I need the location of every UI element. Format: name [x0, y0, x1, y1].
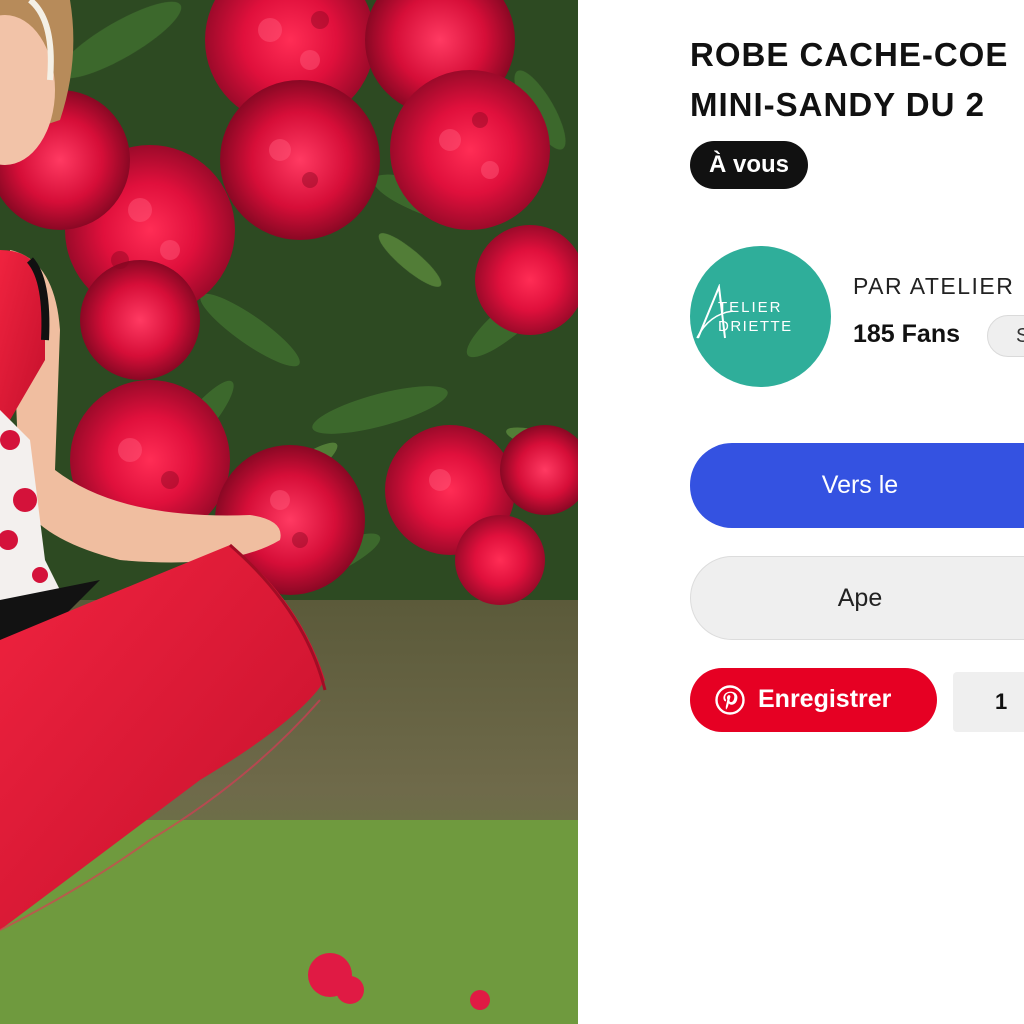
designer-name-link[interactable]: PAR ATELIER [853, 273, 1014, 300]
designer-logo-avatar[interactable]: TELIER DRIETTE [690, 246, 831, 387]
product-photo[interactable] [0, 0, 578, 1024]
pinterest-save-label: Enregistrer [758, 685, 892, 713]
follow-button[interactable]: S [987, 315, 1024, 357]
audience-tag[interactable]: À vous [690, 141, 809, 189]
logo-text-line-2: DRIETTE [718, 318, 793, 335]
photo-illustration [0, 0, 578, 1024]
product-title: ROBE CACHE-COE MINI-SANDY DU 2 [690, 30, 1024, 130]
product-title-line-1: ROBE CACHE-COE [690, 36, 1009, 73]
product-page: ROBE CACHE-COE MINI-SANDY DU 2 À vous TE… [0, 0, 1024, 1024]
pinterest-count-value: 1 [995, 689, 1008, 714]
product-title-line-2: MINI-SANDY DU 2 [690, 86, 985, 123]
go-to-pattern-button[interactable]: Vers le [690, 443, 1024, 528]
pinterest-icon [715, 685, 745, 715]
fans-count: 185 Fans [853, 320, 961, 348]
logo-text-line-1: TELIER [718, 299, 783, 316]
preview-button[interactable]: Ape [690, 556, 1024, 640]
pinterest-count-bubble: 1 [953, 672, 1024, 732]
pinterest-save-button[interactable]: Enregistrer [690, 668, 937, 732]
